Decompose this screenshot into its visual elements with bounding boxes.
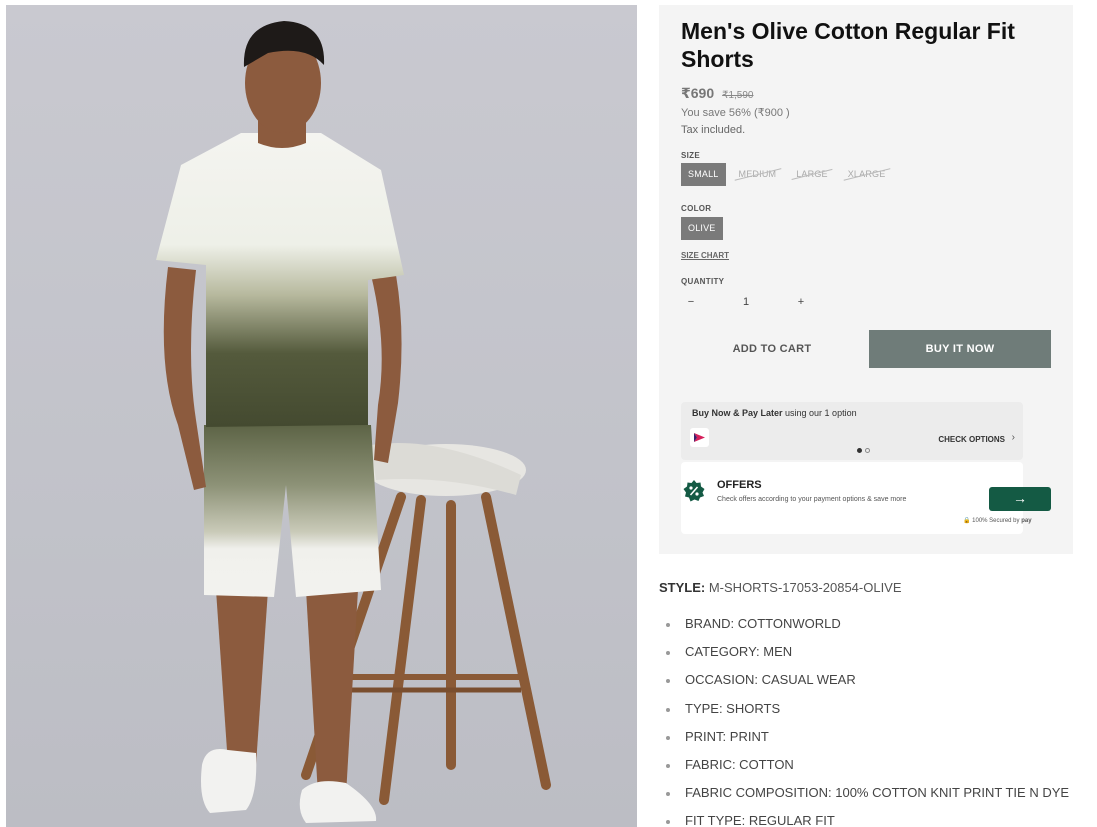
- model-photo-illustration: [156, 21, 551, 823]
- bnpl-provider-icon: [690, 428, 709, 447]
- size-chart-link[interactable]: SIZE CHART: [681, 251, 729, 260]
- quantity-increase-button[interactable]: +: [791, 296, 811, 308]
- spec-item: BRAND: COTTONWORLD: [664, 610, 1069, 638]
- bnpl-text-rest: using our 1 option: [782, 408, 857, 418]
- chevron-right-icon[interactable]: ›: [1012, 432, 1015, 443]
- quantity-decrease-button[interactable]: −: [681, 296, 701, 308]
- savings-text: You save 56% (₹900 ): [681, 107, 790, 119]
- size-option-medium[interactable]: MEDIUM: [732, 163, 784, 186]
- price-row: ₹690 ₹1,590: [681, 85, 754, 102]
- buy-now-button[interactable]: BUY IT NOW: [869, 330, 1051, 368]
- bnpl-text-bold: Buy Now & Pay Later: [692, 408, 783, 418]
- spec-item: FABRIC COMPOSITION: 100% COTTON KNIT PRI…: [664, 779, 1069, 807]
- spec-item: PRINT: PRINT: [664, 723, 1069, 751]
- color-label: COLOR: [681, 204, 712, 213]
- carousel-dot-active[interactable]: [857, 448, 862, 453]
- offers-widget: OFFERS Check offers according to your pa…: [681, 462, 1051, 534]
- product-title: Men's Olive Cotton Regular Fit Shorts: [681, 18, 1015, 72]
- carousel-dots: [857, 448, 870, 453]
- payment-provider-logo: pay: [1021, 518, 1032, 524]
- size-label: SIZE: [681, 151, 700, 160]
- style-code: STYLE: M-SHORTS-17053-20854-OLIVE: [659, 580, 902, 595]
- offers-arrow-button[interactable]: →: [989, 487, 1051, 511]
- arrow-right-icon: →: [1013, 490, 1027, 506]
- color-options: OLIVE: [681, 217, 723, 240]
- size-option-xlarge[interactable]: XLARGE: [841, 163, 893, 186]
- quantity-label: QUANTITY: [681, 277, 725, 286]
- style-value: M-SHORTS-17053-20854-OLIVE: [705, 580, 902, 595]
- spec-item: TYPE: SHORTS: [664, 695, 1069, 723]
- secured-text: 100% Secured by: [972, 518, 1020, 524]
- bnpl-widget: Buy Now & Pay Later using our 1 option C…: [681, 402, 1023, 460]
- style-label: STYLE:: [659, 580, 706, 595]
- check-options-link[interactable]: CHECK OPTIONS: [938, 435, 1005, 444]
- size-option-large[interactable]: LARGE: [789, 163, 835, 186]
- quantity-stepper: − 1 +: [681, 292, 811, 312]
- size-options: SMALL MEDIUM LARGE XLARGE: [681, 163, 892, 186]
- product-info-panel: Men's Olive Cotton Regular Fit Shorts ₹6…: [659, 5, 1073, 554]
- original-price: ₹1,590: [722, 90, 754, 101]
- bnpl-text: Buy Now & Pay Later using our 1 option: [692, 408, 857, 418]
- discount-badge-icon: [683, 480, 705, 502]
- offers-title: OFFERS: [717, 479, 762, 491]
- secured-note: 🔒 100% Secured by pay: [963, 517, 1032, 524]
- product-image[interactable]: [6, 5, 637, 827]
- quantity-value[interactable]: 1: [736, 296, 756, 308]
- carousel-dot[interactable]: [865, 448, 870, 453]
- spec-item: OCCASION: CASUAL WEAR: [664, 666, 1069, 694]
- spec-item: FIT TYPE: REGULAR FIT: [664, 807, 1069, 827]
- spec-item: CATEGORY: MEN: [664, 638, 1069, 666]
- color-option-olive[interactable]: OLIVE: [681, 217, 723, 240]
- product-specs-list: BRAND: COTTONWORLD CATEGORY: MEN OCCASIO…: [664, 610, 1069, 827]
- size-option-small[interactable]: SMALL: [681, 163, 726, 186]
- offers-subtitle: Check offers according to your payment o…: [717, 496, 907, 503]
- add-to-cart-button[interactable]: ADD TO CART: [681, 330, 863, 368]
- lock-icon: 🔒: [963, 518, 971, 524]
- spec-item: FABRIC: COTTON: [664, 751, 1069, 779]
- tax-note: Tax included.: [681, 124, 746, 136]
- sale-price: ₹690: [681, 85, 715, 101]
